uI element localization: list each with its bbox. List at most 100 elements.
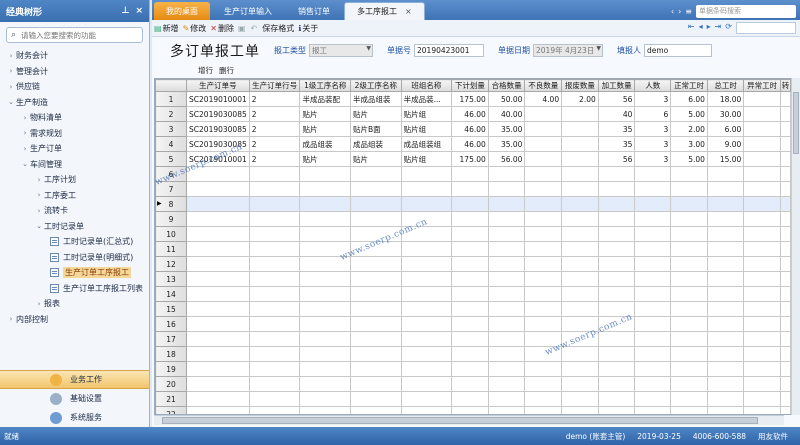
tab-production-order-input[interactable]: 生产订单输入 <box>212 2 284 20</box>
grid-cell[interactable] <box>779 121 791 137</box>
grid-cell[interactable] <box>561 316 599 332</box>
grid-cell[interactable] <box>350 181 402 197</box>
grid-cell[interactable] <box>706 226 745 242</box>
row-header[interactable]: 9 <box>155 211 188 227</box>
grid-cell[interactable] <box>248 376 301 392</box>
grid-cell[interactable] <box>779 331 791 347</box>
grid-cell[interactable] <box>524 196 563 212</box>
grid-cell[interactable] <box>487 256 526 272</box>
grid-cell[interactable] <box>597 181 636 197</box>
business-work-button[interactable]: 业务工作 <box>0 370 149 389</box>
grid-cell[interactable] <box>743 361 781 377</box>
grid-cell[interactable] <box>487 181 526 197</box>
grid-cell[interactable]: 56 <box>597 151 636 167</box>
grid-cell[interactable] <box>597 256 636 272</box>
grid-cell[interactable] <box>670 406 708 414</box>
function-search-input[interactable] <box>21 30 131 40</box>
grid-cell[interactable] <box>706 361 745 377</box>
chevron-right-icon[interactable]: › <box>6 315 16 323</box>
grid-cell[interactable] <box>706 256 745 272</box>
row-header[interactable]: 16 <box>155 316 188 332</box>
table-row[interactable]: 11 <box>155 241 791 257</box>
grid-cell[interactable] <box>524 301 563 317</box>
grid-cell[interactable] <box>779 181 791 197</box>
grid-cell[interactable] <box>299 166 352 182</box>
grid-cell[interactable]: 5.00 <box>670 151 708 167</box>
grid-cell[interactable] <box>186 361 250 377</box>
grid-cell[interactable] <box>634 406 672 414</box>
scroll-thumb[interactable] <box>793 92 799 154</box>
grid-cell[interactable] <box>487 196 526 212</box>
row-header[interactable]: 13 <box>155 271 188 287</box>
grid-cell[interactable] <box>597 361 636 377</box>
report-type-select[interactable]: 报工 ▼ <box>309 44 373 57</box>
grid-cell[interactable] <box>670 391 708 407</box>
scroll-thumb[interactable] <box>162 417 758 424</box>
tree-item-reports[interactable]: › 报表 <box>0 296 149 312</box>
chevron-down-icon[interactable]: ⌄ <box>20 160 30 168</box>
grid-cell[interactable] <box>779 406 791 414</box>
grid-cell[interactable] <box>597 196 636 212</box>
menu-icon[interactable]: ≡ <box>685 7 692 16</box>
grid-cell[interactable] <box>350 406 402 414</box>
grid-cell[interactable]: 2 <box>248 151 301 167</box>
basic-settings-button[interactable]: 基础设置 <box>0 389 149 408</box>
grid-cell[interactable] <box>634 181 672 197</box>
grid-cell[interactable] <box>248 346 301 362</box>
grid-cell[interactable] <box>743 241 781 257</box>
grid-cell[interactable] <box>350 361 402 377</box>
grid-cell[interactable] <box>597 346 636 362</box>
grid-cell[interactable] <box>597 271 636 287</box>
column-header[interactable]: 1级工序名称 <box>299 79 352 92</box>
grid-cell[interactable] <box>779 226 791 242</box>
grid-cell[interactable] <box>670 301 708 317</box>
grid-cell[interactable] <box>670 196 708 212</box>
grid-cell[interactable] <box>299 271 352 287</box>
grid-cell[interactable] <box>524 391 563 407</box>
grid-cell[interactable] <box>743 391 781 407</box>
column-header[interactable]: 人数 <box>634 79 672 92</box>
grid-cell[interactable] <box>451 406 489 414</box>
grid-cell[interactable] <box>400 391 453 407</box>
grid-cell[interactable] <box>487 406 526 414</box>
grid-cell[interactable] <box>186 316 250 332</box>
table-row[interactable]: 13 <box>155 271 791 287</box>
grid-cell[interactable] <box>524 151 563 167</box>
grid-cell[interactable] <box>561 136 599 152</box>
tree-item-time-record-summary[interactable]: 工时记录单(汇总式) <box>0 234 149 250</box>
chevron-right-icon[interactable]: › <box>20 114 30 122</box>
grid-cell[interactable] <box>186 166 250 182</box>
grid-cell[interactable]: 35.00 <box>487 136 526 152</box>
grid-cell[interactable]: 9.00 <box>706 136 745 152</box>
grid-cell[interactable]: 3 <box>634 151 672 167</box>
grid-cell[interactable] <box>248 241 301 257</box>
grid-cell[interactable] <box>561 361 599 377</box>
tree-item-time-record-detail[interactable]: 工时记录单(明细式) <box>0 250 149 266</box>
grid-cell[interactable] <box>597 301 636 317</box>
grid-cell[interactable] <box>561 286 599 302</box>
grid-cell[interactable] <box>706 286 745 302</box>
grid-cell[interactable] <box>451 376 489 392</box>
grid-cell[interactable] <box>487 361 526 377</box>
function-search[interactable]: ⌕ <box>6 27 143 43</box>
grid-cell[interactable]: 35 <box>597 121 636 137</box>
grid-cell[interactable] <box>350 211 402 227</box>
grid-cell[interactable] <box>248 196 301 212</box>
grid-cell[interactable] <box>400 286 453 302</box>
grid-cell[interactable] <box>561 331 599 347</box>
grid-cell[interactable]: 贴片 <box>299 121 352 137</box>
grid-cell[interactable]: 15.00 <box>706 151 745 167</box>
grid-cell[interactable]: 2 <box>248 121 301 137</box>
grid-cell[interactable] <box>400 346 453 362</box>
grid-cell[interactable] <box>248 211 301 227</box>
table-row[interactable]: 22 <box>155 406 791 414</box>
grid-cell[interactable] <box>451 196 489 212</box>
column-header[interactable]: 报废数量 <box>561 79 599 92</box>
about-button[interactable]: ℹ 关于 <box>298 23 318 34</box>
first-record-icon[interactable]: ⇤ <box>688 22 695 34</box>
grid-cell[interactable] <box>634 226 672 242</box>
refresh-icon[interactable]: ⟳ <box>725 22 732 34</box>
grid-cell[interactable] <box>400 241 453 257</box>
grid-cell[interactable] <box>487 301 526 317</box>
grid-cell[interactable] <box>670 241 708 257</box>
